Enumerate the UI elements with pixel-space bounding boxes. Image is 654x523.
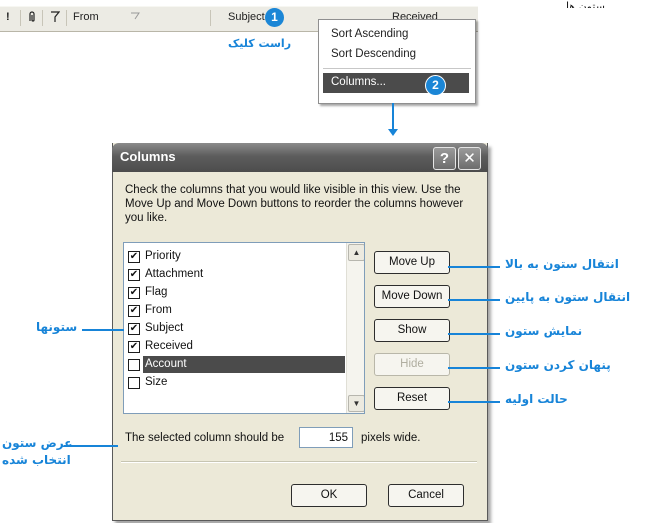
dialog-description: Check the columns that you would like vi… bbox=[125, 184, 464, 224]
scroll-up-icon[interactable]: ▲ bbox=[348, 244, 364, 261]
move-up-button[interactable]: Move Up bbox=[374, 251, 450, 274]
callout-line bbox=[448, 401, 500, 403]
columns-dialog: Columns ? ✕ Check the columns that you w… bbox=[112, 143, 488, 521]
sort-indicator-icon bbox=[130, 11, 140, 24]
subject-column-header[interactable]: Subject bbox=[228, 11, 265, 23]
importance-icon[interactable]: ! bbox=[6, 11, 10, 23]
sort-descending-menu-item[interactable]: Sort Descending bbox=[331, 48, 416, 60]
step-1-badge: 1 bbox=[265, 8, 284, 27]
list-item[interactable]: ✔ Attachment bbox=[124, 266, 345, 283]
reset-annotation: حالت اولیه bbox=[505, 392, 568, 406]
width-annotation-line2: انتخاب شده bbox=[2, 453, 71, 467]
arrow-head bbox=[388, 129, 398, 136]
move-down-annotation: انتقال ستون به پایین bbox=[505, 290, 631, 304]
move-down-button[interactable]: Move Down bbox=[374, 285, 450, 308]
callout-line bbox=[82, 329, 124, 331]
dialog-titlebar[interactable]: Columns ? ✕ bbox=[112, 143, 488, 172]
cancel-button[interactable]: Cancel bbox=[388, 484, 464, 507]
hide-button: Hide bbox=[374, 353, 450, 376]
reset-button[interactable]: Reset bbox=[374, 387, 450, 410]
right-click-annotation: راست کلیک bbox=[228, 37, 292, 50]
column-context-menu: Sort Ascending Sort Descending Columns..… bbox=[318, 19, 476, 104]
dialog-divider bbox=[121, 461, 477, 463]
checkbox[interactable]: ✔ bbox=[128, 251, 140, 263]
callout-line bbox=[448, 299, 500, 301]
checkbox[interactable]: ✔ bbox=[128, 323, 140, 335]
checkbox[interactable]: ✔ bbox=[128, 341, 140, 353]
move-up-annotation: انتقال ستون به بالا bbox=[505, 257, 619, 271]
scroll-down-icon[interactable]: ▼ bbox=[348, 395, 364, 412]
columns-menu-item[interactable]: Columns... bbox=[323, 73, 469, 93]
callout-line bbox=[64, 445, 118, 447]
menu-separator bbox=[323, 68, 471, 69]
dialog-title: Columns bbox=[120, 149, 176, 164]
list-item-selected[interactable]: Account bbox=[124, 356, 345, 373]
columns-listbox[interactable]: ✔ Priority ✔ Attachment ✔ Flag ✔ From ✔ … bbox=[123, 242, 365, 414]
menu-to-dialog-arrow bbox=[392, 103, 394, 131]
checkbox[interactable]: ✔ bbox=[128, 305, 140, 317]
list-item[interactable]: ✔ Received bbox=[124, 338, 345, 355]
column-width-input[interactable]: 155 bbox=[299, 427, 353, 448]
show-button[interactable]: Show bbox=[374, 319, 450, 342]
hide-annotation: پنهان کردن ستون bbox=[505, 358, 611, 372]
width-unit-label: pixels wide. bbox=[361, 432, 421, 444]
callout-line bbox=[448, 333, 500, 335]
step-2-badge: 2 bbox=[425, 75, 446, 96]
sort-ascending-menu-item[interactable]: Sort Ascending bbox=[331, 28, 408, 40]
close-icon[interactable]: ✕ bbox=[458, 147, 481, 170]
show-annotation: نمایش ستون bbox=[505, 324, 583, 338]
attachment-icon[interactable] bbox=[28, 11, 36, 26]
list-item[interactable]: ✔ From bbox=[124, 302, 345, 319]
list-scrollbar[interactable]: ▲ ▼ bbox=[346, 243, 364, 413]
checkbox[interactable] bbox=[128, 377, 140, 389]
checkbox[interactable]: ✔ bbox=[128, 287, 140, 299]
callout-line bbox=[448, 367, 500, 369]
list-item[interactable]: ✔ Subject bbox=[124, 320, 345, 337]
list-item[interactable]: Size bbox=[124, 374, 345, 391]
page-caption: ستون ها bbox=[566, 0, 605, 8]
list-item[interactable]: ✔ Priority bbox=[124, 248, 345, 265]
checkbox[interactable] bbox=[128, 359, 140, 371]
flag-icon[interactable] bbox=[50, 11, 61, 26]
list-item[interactable]: ✔ Flag bbox=[124, 284, 345, 301]
callout-line bbox=[448, 266, 500, 268]
width-label: The selected column should be bbox=[125, 432, 285, 444]
checkbox[interactable]: ✔ bbox=[128, 269, 140, 281]
columns-annotation: ستونها bbox=[36, 320, 78, 334]
ok-button[interactable]: OK bbox=[291, 484, 367, 507]
help-button[interactable]: ? bbox=[433, 147, 456, 170]
width-annotation-line1: عرض ستون bbox=[2, 436, 73, 450]
from-column-header[interactable]: From bbox=[73, 11, 99, 23]
